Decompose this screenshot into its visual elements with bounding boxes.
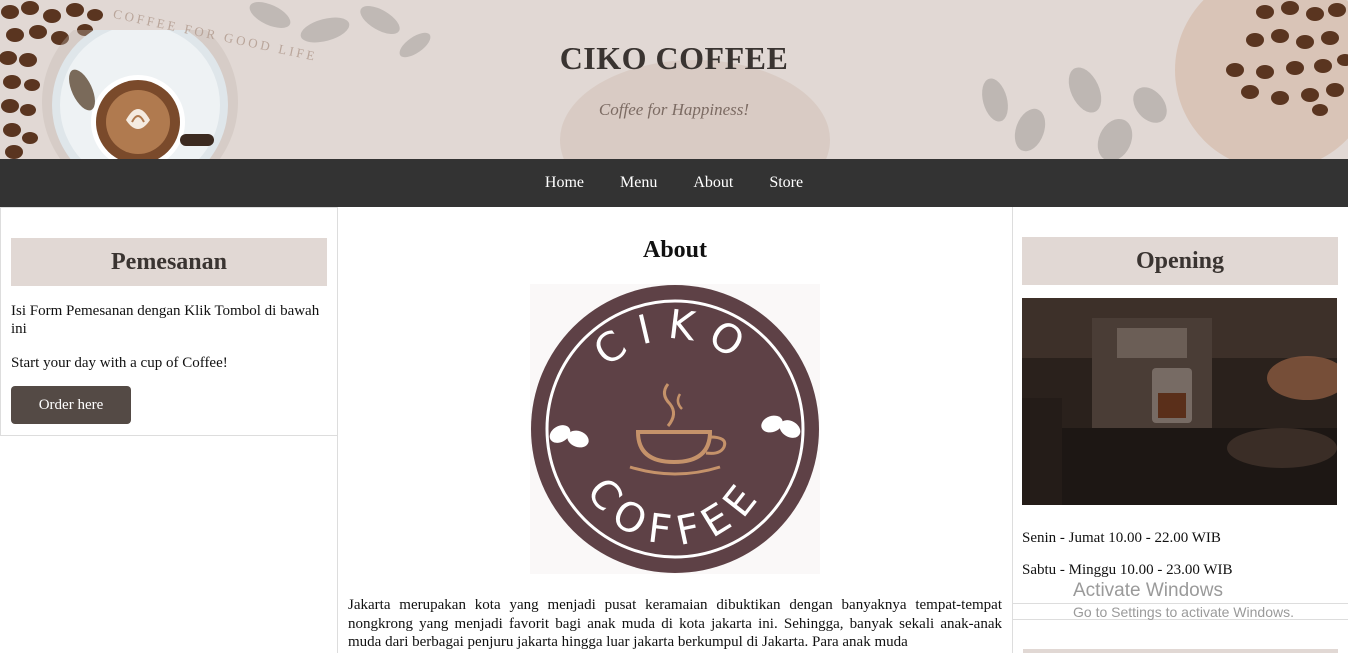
nav-menu[interactable]: Menu: [602, 174, 675, 192]
hours-weekend: Sabtu - Minggu 10.00 - 23.00 WIB: [1022, 562, 1233, 578]
ciko-coffee-logo: CIKO COFFEE: [530, 284, 820, 574]
order-panel: Pemesanan Isi Form Pemesanan dengan Klik…: [0, 207, 338, 436]
windows-activation-watermark: Activate Windows Go to Settings to activ…: [1073, 580, 1294, 620]
order-instruction: Isi Form Pemesanan dengan Klik Tombol di…: [11, 303, 320, 337]
hours-weekday: Senin - Jumat 10.00 - 22.00 WIB: [1022, 530, 1221, 546]
nav-about[interactable]: About: [675, 174, 751, 192]
order-here-button[interactable]: Order here: [11, 386, 131, 424]
order-slogan: Start your day with a cup of Coffee!: [11, 355, 228, 371]
nav-store[interactable]: Store: [751, 174, 821, 192]
nav-home[interactable]: Home: [527, 174, 602, 192]
about-heading: About: [642, 237, 708, 263]
next-section-header: [1023, 649, 1338, 653]
about-section: About CIKO COFFEE Jakarta merupakan kota…: [337, 207, 1013, 653]
about-paragraph: Jakarta merupakan kota yang menjadi pusa…: [348, 597, 1002, 650]
opening-heading: Opening: [1022, 237, 1338, 285]
site-tagline: Coffee for Happiness!: [598, 100, 750, 119]
barista-photo: [1022, 298, 1347, 505]
header-banner: COFFEE FOR GOOD LIFE CIKO COFFEE Coffee …: [0, 0, 1348, 159]
site-title: CIKO COFFEE: [559, 40, 789, 76]
main-nav: Home Menu About Store: [0, 159, 1348, 207]
order-heading: Pemesanan: [11, 238, 327, 286]
watermark-subtitle: Go to Settings to activate Windows.: [1073, 604, 1294, 620]
watermark-title: Activate Windows: [1073, 580, 1223, 601]
